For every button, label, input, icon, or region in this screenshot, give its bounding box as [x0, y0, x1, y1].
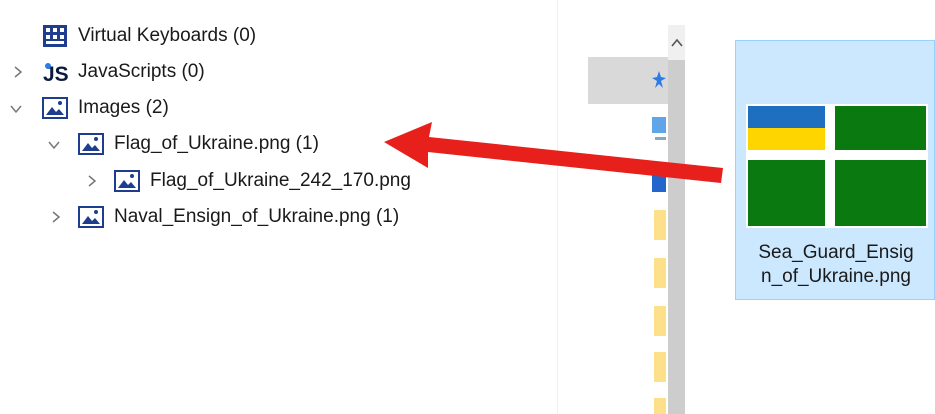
annotation-arrow	[384, 122, 723, 183]
